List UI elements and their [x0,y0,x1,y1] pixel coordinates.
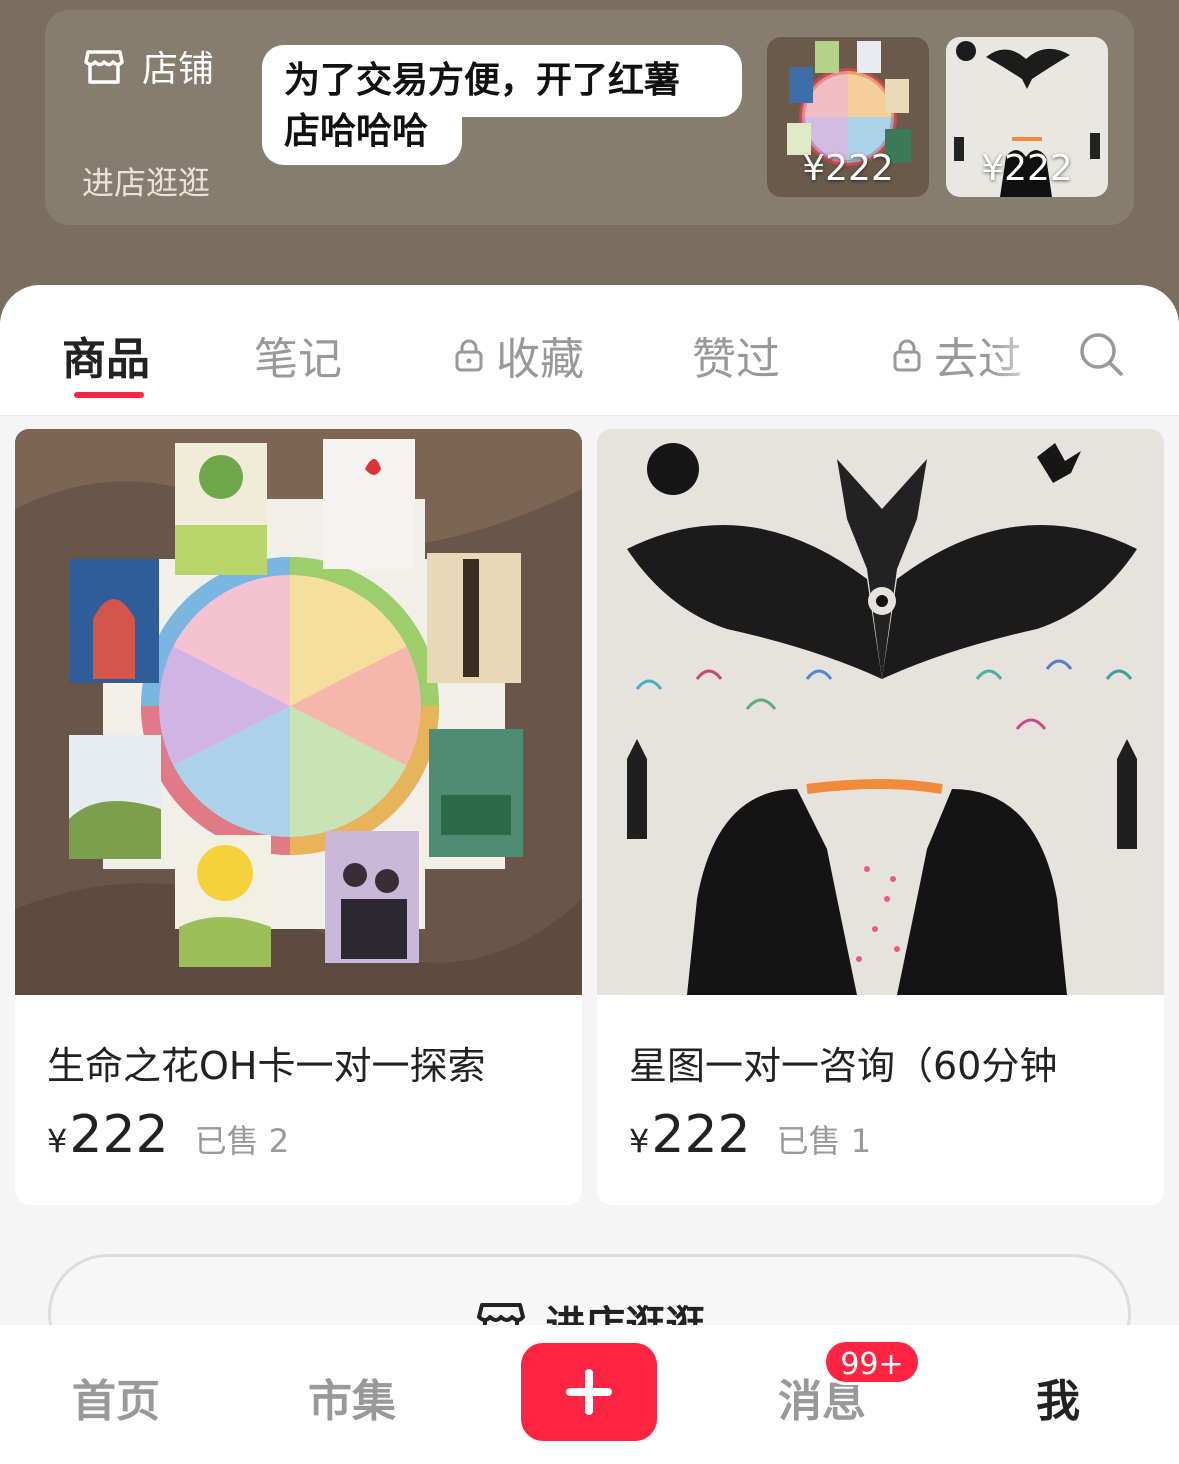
tab-overflow-fade [990,315,1050,385]
lock-icon [455,339,483,372]
product-title: 生命之花OH卡一对一探索 [47,1044,486,1088]
tab-label: 赞过 [692,334,780,385]
product-price: 222 [651,1105,751,1165]
currency-symbol: ¥ [47,1122,68,1160]
thumbnail-price: ¥222 [802,148,894,189]
search-icon[interactable] [1076,329,1126,379]
product-price-row: ¥ 222 已售 2 [47,1105,289,1165]
lock-icon [893,339,921,372]
tab-label: 收藏 [496,334,584,385]
store-product-thumbnail[interactable]: ¥222 [767,37,929,197]
sold-count: 已售 1 [776,1122,872,1160]
product-image-tarot-wheel [15,429,582,995]
currency-symbol: ¥ [629,1122,650,1160]
tab-products[interactable]: 商品 [62,323,150,398]
active-tab-indicator [74,392,144,398]
tab-notes[interactable]: 笔记 [254,323,342,387]
enter-store-link[interactable]: 进店逛逛 [82,158,210,204]
product-title: 星图一对一咨询（60分钟 [629,1044,1058,1088]
tab-label: 商品 [62,334,150,385]
thumbnail-price: ¥222 [981,148,1073,189]
store-icon [84,50,124,84]
store-announcement-line2: 店哈哈哈 [262,105,462,165]
product-price-row: ¥ 222 已售 1 [629,1105,871,1165]
nav-market[interactable]: 市集 [308,1365,396,1429]
store-label: 店铺 [142,49,215,90]
tab-label: 笔记 [254,334,342,385]
product-card[interactable]: 生命之花OH卡一对一探索 ¥ 222 已售 2 [15,429,582,1205]
messages-badge: 99+ [823,1339,921,1385]
product-price: 222 [69,1105,169,1165]
nav-me[interactable]: 我 [1036,1365,1080,1429]
tab-collections[interactable]: 收藏 [450,323,584,387]
product-image-raven-painting [597,429,1164,995]
product-card[interactable]: 星图一对一咨询（60分钟 ¥ 222 已售 1 [597,429,1164,1205]
content-tab-bar: 商品 笔记 收藏 赞过 去过 [0,285,1179,416]
sold-count: 已售 2 [194,1122,290,1160]
store-header: 店铺 [82,40,214,92]
create-post-button[interactable] [521,1343,657,1441]
tab-liked[interactable]: 赞过 [692,323,780,387]
nav-home[interactable]: 首页 [72,1365,160,1429]
profile-content-sheet: 商品 笔记 收藏 赞过 去过 生命之花OH卡一对一探索 ¥ 222 已售 2 星… [0,285,1179,1464]
store-product-thumbnail[interactable]: ¥222 [946,37,1108,197]
bottom-navigation: 首页 市集 消息 99+ 我 [0,1325,1179,1464]
plus-icon [585,1369,593,1415]
